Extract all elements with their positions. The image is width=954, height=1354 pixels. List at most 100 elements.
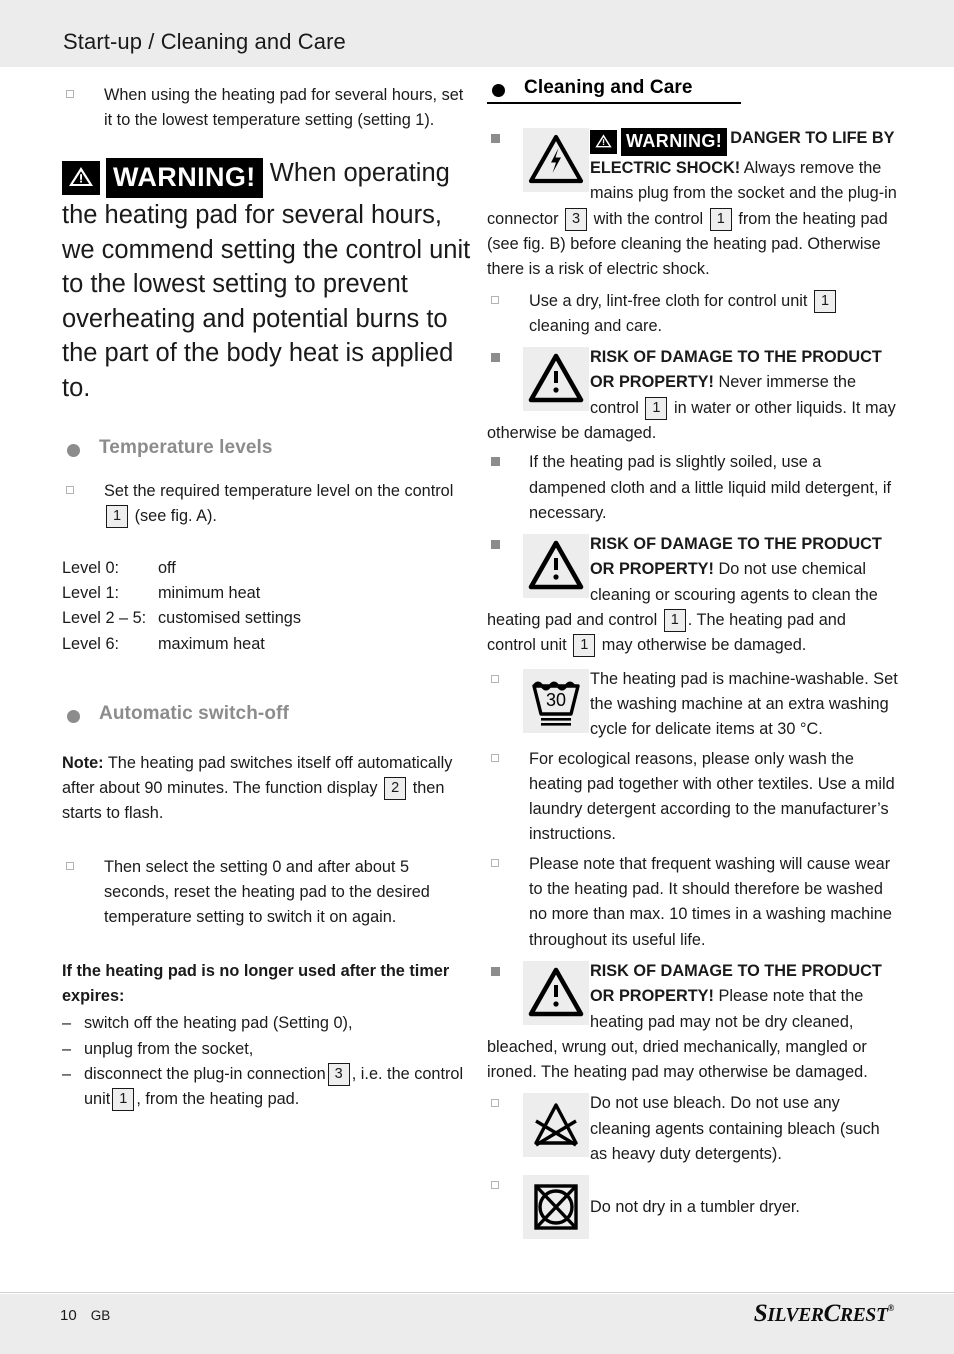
list-item-no-tumble-dry: Do not dry in a tumbler dryer. [487, 1173, 899, 1240]
ref-number-box: 3 [327, 1062, 350, 1086]
level-key: Level 2 – 5: [62, 609, 147, 628]
solid-square-bullet-icon [491, 966, 500, 976]
dash-list-item: – unplug from the socket, [62, 1037, 474, 1062]
warning-badge: WARNING! [62, 157, 263, 199]
list-item-text-part: cleaning and care. [529, 316, 663, 335]
list-item-text: Please note that frequent washing will c… [529, 854, 892, 949]
no-bleach-icon [523, 1093, 589, 1158]
svg-text:30: 30 [546, 690, 566, 710]
list-item-electric-shock: WARNING! DANGER TO LIFE BY ELECTRIC SHOCK… [487, 126, 899, 282]
list-item-text: Then select the setting 0 and after abou… [104, 857, 430, 927]
warning-label: WARNING! [621, 127, 728, 157]
level-value: minimum heat [158, 584, 261, 602]
level-key: Level 1: [62, 584, 120, 602]
solid-square-bullet-icon [491, 540, 500, 550]
list-item-text: Set the required temperature level on th… [104, 479, 474, 530]
level-key: Level 0: [62, 558, 120, 577]
level-value: maximum heat [158, 634, 265, 653]
ref-number-box: 2 [384, 777, 407, 801]
right-column: Cleaning and Care WARNING! DANGER TO LIFE… [487, 67, 899, 1240]
temperature-levels-table: Level 0: off Level 1: minimum heat Level 2… [62, 556, 474, 657]
left-column: When using the heating pad for several h… [62, 67, 474, 1112]
section-heading-temperature-levels: Temperature levels [62, 437, 474, 459]
list-item-frequent-washing: Please note that frequent washing will c… [487, 852, 899, 953]
list-item-text-part: with the control [593, 209, 704, 228]
footer-divider [0, 1292, 954, 1293]
registered-trademark-icon: ® [887, 1303, 895, 1313]
footer-page-info: 10 GB [60, 1307, 110, 1324]
section-heading-label: Automatic switch-off [99, 702, 289, 724]
list-item-no-chemical-cleaning: RISK OF DAMAGE TO THE PRODUCT OR PROPERT… [487, 532, 899, 658]
hollow-square-bullet-icon [66, 861, 74, 870]
wash-30-icon: 30 [523, 668, 589, 733]
dash-marker-icon: – [62, 1064, 72, 1083]
table-row: Level 6: maximum heat [62, 632, 474, 657]
list-item-text: When using the heating pad for several h… [104, 86, 464, 130]
hollow-square-bullet-icon [491, 674, 499, 683]
list-item-no-dry-cleaning: RISK OF DAMAGE TO THE PRODUCT OR PROPERT… [487, 959, 899, 1085]
ref-number-box: 1 [645, 396, 668, 420]
list-item: Set the required temperature level on th… [62, 479, 474, 530]
warning-triangle-icon [62, 160, 100, 195]
table-row: Level 2 – 5: customised settings [62, 606, 474, 631]
list-item-ecological: For ecological reasons, please only wash… [487, 747, 899, 848]
ref-number-box: 1 [112, 1088, 135, 1112]
no-tumble-dry-icon [523, 1175, 589, 1240]
table-row: Level 1: minimum heat [62, 581, 474, 606]
bullet-dot-icon [67, 709, 80, 723]
brand-ilver: ILVER [767, 1305, 824, 1326]
dash-marker-icon: – [62, 1014, 72, 1033]
page-body: When using the heating pad for several h… [0, 67, 954, 1275]
list-item: When using the heating pad for several h… [62, 83, 474, 134]
note-paragraph: Note: The heating pad switches itself of… [62, 751, 474, 827]
warning-label: WARNING! [106, 157, 263, 199]
section-heading-cleaning-and-care: Cleaning and Care [487, 77, 899, 105]
hollow-square-bullet-icon [66, 90, 74, 98]
bullet-dot-icon [492, 84, 505, 97]
bullet-dot-icon [67, 444, 80, 458]
solid-square-bullet-icon [491, 457, 500, 467]
dash-marker-icon: – [62, 1039, 72, 1058]
solid-square-bullet-icon [491, 353, 500, 363]
language-code: GB [90, 1308, 111, 1323]
warning-triangle-icon [523, 347, 589, 412]
page-number: 10 [60, 1307, 77, 1324]
brand-c: C [823, 1300, 841, 1327]
solid-square-bullet-icon [491, 134, 500, 144]
note-label: Note: [62, 753, 104, 772]
warning-triangle-icon [523, 960, 589, 1025]
level-key: Level 6: [62, 634, 120, 653]
brand-s: S [753, 1300, 768, 1327]
brand-rest: REST [839, 1305, 888, 1326]
dash-item-text: disconnect the plug-in connection [84, 1064, 326, 1083]
ref-number-box: 1 [663, 609, 686, 633]
list-item-no-bleach: Do not use bleach. Do not use any cleani… [487, 1091, 899, 1167]
hollow-square-bullet-icon [491, 858, 499, 867]
dash-item-text: unplug from the socket, [84, 1039, 254, 1058]
hollow-square-bullet-icon [491, 1099, 499, 1108]
page-title: Start-up / Cleaning and Care [63, 29, 346, 54]
list-item-never-immerse: RISK OF DAMAGE TO THE PRODUCT OR PROPERT… [487, 345, 899, 446]
level-value: customised settings [158, 609, 301, 628]
list-item-text-tail: (see fig. A). [134, 507, 217, 526]
list-item-text-part: Use a dry, lint-free cloth for control u… [529, 291, 808, 310]
warning-triangle-icon [523, 534, 589, 599]
list-item-machine-washable: 30 The heating pad is machine-washable. … [487, 667, 899, 743]
electric-shock-icon [523, 128, 589, 193]
hollow-square-bullet-icon [491, 753, 499, 762]
dash-list-item: – switch off the heating pad (Setting 0)… [62, 1011, 474, 1036]
section-heading-label: Cleaning and Care [524, 77, 693, 98]
hollow-square-bullet-icon [491, 295, 499, 304]
list-item-text-part: may otherwise be damaged. [601, 636, 807, 655]
list-item-text: For ecological reasons, please only wash… [529, 749, 895, 844]
silvercrest-logo: SILVERCREST® [753, 1300, 895, 1328]
hollow-square-bullet-icon [491, 1181, 499, 1190]
ref-number-box: 1 [709, 207, 732, 231]
list-item-slightly-soiled: If the heating pad is slightly soiled, u… [487, 450, 899, 526]
list-item-text: If the heating pad is slightly soiled, u… [529, 453, 892, 522]
warning-paragraph: WARNING! When operating the heating pad … [62, 156, 474, 406]
warning-triangle-icon [590, 129, 617, 154]
warning-badge: WARNING! [590, 127, 728, 157]
list-item: Then select the setting 0 and after abou… [62, 855, 474, 931]
section-heading-label: Temperature levels [99, 437, 273, 459]
